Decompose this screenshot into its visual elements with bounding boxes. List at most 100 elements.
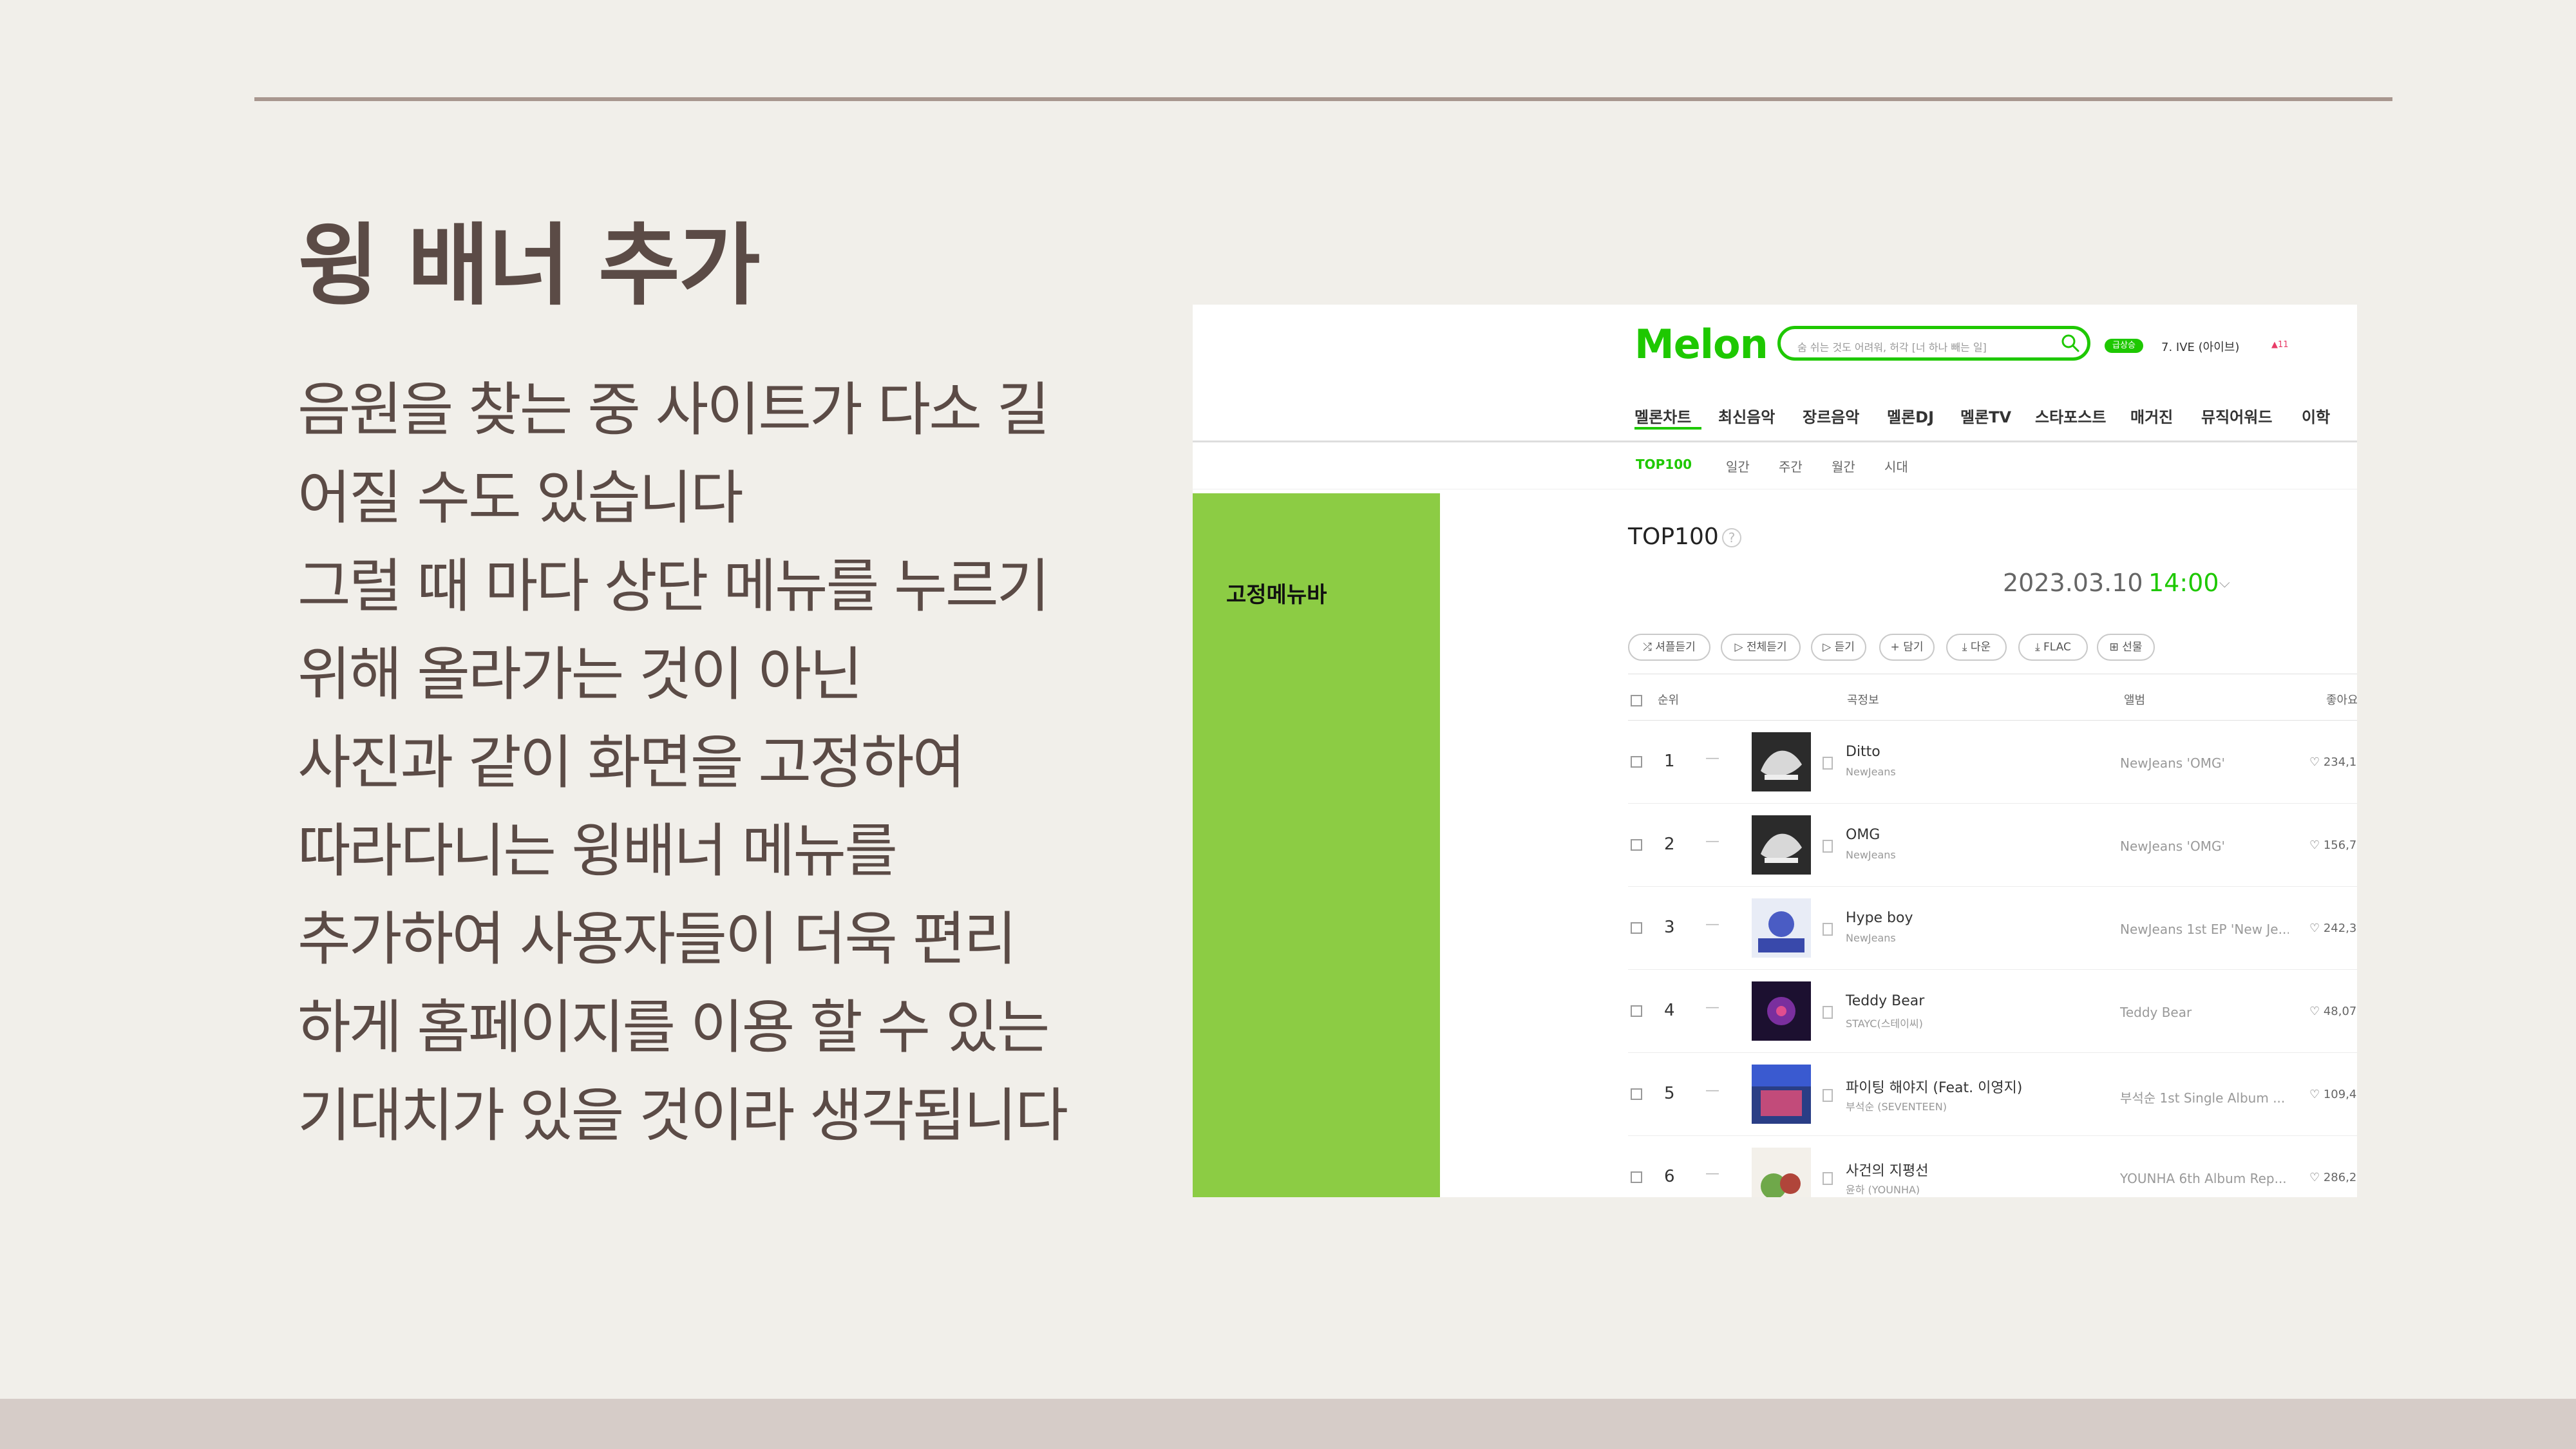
- song-info-icon[interactable]: [1823, 757, 1833, 770]
- lnb-top100[interactable]: TOP100: [1636, 457, 1692, 472]
- search-icon[interactable]: [2060, 333, 2081, 354]
- body-line: 음원을 찾는 중 사이트가 다소 길: [298, 376, 1050, 444]
- lnb-era[interactable]: 시대: [1884, 457, 1908, 475]
- download-button[interactable]: ⤓ 다운: [1946, 634, 2007, 661]
- help-icon[interactable]: ?: [1722, 528, 1741, 547]
- body-line: 기대치가 있을 것이라 생각됩니다: [298, 1082, 1068, 1150]
- row-checkbox[interactable]: [1631, 756, 1642, 768]
- rising-badge: 급상승: [2105, 339, 2143, 353]
- like-count[interactable]: ♡ 109,4: [2309, 1088, 2356, 1101]
- artist-name[interactable]: 부석순 (SEVENTEEN): [1846, 1098, 1947, 1113]
- like-count[interactable]: ♡ 286,2: [2309, 1171, 2356, 1184]
- melon-screenshot: Melon 숨 쉬는 것도 어려워, 허각 [너 하나 빼는 일] 급상승 7.…: [1193, 305, 2357, 1197]
- gnb-star-post[interactable]: 스타포스트: [2035, 404, 2106, 427]
- gnb-melon-chart[interactable]: 멜론차트: [1634, 404, 1691, 427]
- gnb-extra[interactable]: 이학: [2302, 404, 2330, 427]
- lnb-daily[interactable]: 일간: [1726, 457, 1750, 475]
- play-button[interactable]: ▷ 듣기: [1811, 634, 1866, 661]
- gift-button[interactable]: ⊞ 선물: [2097, 634, 2155, 661]
- chart-time[interactable]: 14:00: [2148, 569, 2219, 597]
- gnb-magazine[interactable]: 매거진: [2130, 404, 2173, 427]
- chevron-down-icon[interactable]: ⌵: [2219, 575, 2230, 591]
- song-info-icon[interactable]: [1823, 1089, 1833, 1102]
- like-count[interactable]: ♡ 48,07: [2309, 1005, 2356, 1018]
- table-row[interactable]: 3 — Hype boy NewJeans NewJeans 1st EP 'N…: [1628, 887, 2357, 970]
- table-row[interactable]: 4 — Teddy Bear STAYC(스테이씨) Teddy Bear ♡ …: [1628, 970, 2357, 1053]
- artist-name[interactable]: 윤하 (YOUNHA): [1846, 1181, 1920, 1197]
- gnb-melon-tv[interactable]: 멜론TV: [1960, 404, 2011, 427]
- select-all-checkbox[interactable]: [1631, 695, 1642, 706]
- album-cover[interactable]: [1752, 1148, 1811, 1197]
- album-name[interactable]: NewJeans 'OMG': [2120, 838, 2289, 854]
- song-title[interactable]: OMG: [1846, 827, 1880, 843]
- like-count[interactable]: ♡ 156,7: [2309, 838, 2356, 852]
- body-line: 사진과 같이 화면을 고정하여: [298, 729, 965, 797]
- album-name[interactable]: Teddy Bear: [2120, 1005, 2289, 1020]
- rank-change: ▲11: [2271, 340, 2289, 350]
- song-title[interactable]: 파이팅 해야지 (Feat. 이영지): [1846, 1076, 2022, 1097]
- play-icon: ▷: [1823, 641, 1835, 654]
- album-cover[interactable]: [1752, 815, 1811, 875]
- like-count[interactable]: ♡ 234,1: [2309, 755, 2356, 769]
- album-cover[interactable]: [1752, 981, 1811, 1041]
- row-checkbox[interactable]: [1631, 922, 1642, 934]
- wing-banner-label: 고정메뉴바: [1226, 582, 1327, 608]
- like-count[interactable]: ♡ 242,3: [2309, 922, 2356, 935]
- artist-name[interactable]: NewJeans: [1846, 766, 1896, 778]
- row-checkbox[interactable]: [1631, 1171, 1642, 1183]
- gnb-genre-music[interactable]: 장르음악: [1803, 404, 1859, 427]
- chart-title: TOP100: [1628, 524, 1719, 550]
- song-info-icon[interactable]: [1823, 840, 1833, 853]
- lnb-monthly[interactable]: 월간: [1832, 457, 1855, 475]
- rank-number: 3: [1664, 918, 1675, 937]
- table-row[interactable]: 1 — Ditto NewJeans NewJeans 'OMG' ♡ 234,…: [1628, 721, 2357, 804]
- table-row[interactable]: 5 — 파이팅 해야지 (Feat. 이영지) 부석순 (SEVENTEEN) …: [1628, 1053, 2357, 1136]
- body-line: 어질 수도 있습니다: [298, 464, 744, 532]
- play-all-button[interactable]: ▷ 전체듣기: [1721, 634, 1801, 661]
- album-cover[interactable]: [1752, 1065, 1811, 1124]
- search-input[interactable]: 숨 쉬는 것도 어려워, 허각 [너 하나 빼는 일]: [1777, 326, 2090, 361]
- rank-number: 5: [1664, 1084, 1675, 1103]
- body-line: 하게 홈페이지를 이용 할 수 있는: [298, 994, 1050, 1061]
- song-info-icon[interactable]: [1823, 1172, 1833, 1185]
- artist-name[interactable]: STAYC(스테이씨): [1846, 1015, 1923, 1030]
- album-cover[interactable]: [1752, 732, 1811, 791]
- fixed-wing-banner[interactable]: 고정메뉴바: [1193, 493, 1440, 1197]
- rank-number: 4: [1664, 1001, 1675, 1020]
- col-like: 좋아요: [2326, 694, 2357, 707]
- album-name[interactable]: NewJeans 'OMG': [2120, 755, 2289, 771]
- album-cover[interactable]: [1752, 898, 1811, 958]
- rank-change-indicator: —: [1705, 1083, 1719, 1099]
- flac-label: FLAC: [2043, 641, 2071, 654]
- song-title[interactable]: Hype boy: [1846, 910, 1913, 926]
- table-row[interactable]: 6 — 사건의 지평선 윤하 (YOUNHA) YOUNHA 6th Album…: [1628, 1136, 2357, 1197]
- album-name[interactable]: YOUNHA 6th Album Rep...: [2120, 1171, 2289, 1186]
- gnb-latest-music[interactable]: 최신음악: [1718, 404, 1775, 427]
- realtime-rank-ticker[interactable]: 7. IVE (아이브): [2161, 338, 2239, 355]
- artist-name[interactable]: NewJeans: [1846, 849, 1896, 861]
- add-button[interactable]: + 담기: [1879, 634, 1935, 661]
- shuffle-play-button[interactable]: ⤮ 셔플듣기: [1628, 634, 1710, 661]
- row-checkbox[interactable]: [1631, 1005, 1642, 1017]
- song-title[interactable]: Ditto: [1846, 744, 1880, 760]
- song-title[interactable]: Teddy Bear: [1846, 993, 1924, 1009]
- row-checkbox[interactable]: [1631, 1088, 1642, 1100]
- body-line: 따라다니는 윙배너 메뉴를: [298, 817, 898, 885]
- gnb-music-award[interactable]: 뮤직어워드: [2201, 404, 2272, 427]
- download-label: 다운: [1970, 641, 1991, 654]
- song-title[interactable]: 사건의 지평선: [1846, 1159, 1928, 1180]
- album-name[interactable]: NewJeans 1st EP 'New Je...: [2120, 922, 2289, 937]
- download-icon: ⤓: [2035, 641, 2044, 654]
- song-info-icon[interactable]: [1823, 1006, 1833, 1019]
- gnb-melon-dj[interactable]: 멜론DJ: [1887, 404, 1934, 427]
- flac-button[interactable]: ⤓ FLAC: [2018, 634, 2088, 661]
- col-rank: 순위: [1658, 694, 1680, 707]
- melon-logo[interactable]: Melon: [1634, 321, 1768, 368]
- song-info-icon[interactable]: [1823, 923, 1833, 936]
- lnb-weekly[interactable]: 주간: [1779, 457, 1803, 475]
- album-name[interactable]: 부석순 1st Single Album ...: [2120, 1088, 2289, 1106]
- row-checkbox[interactable]: [1631, 839, 1642, 851]
- gift-icon: ⊞: [2109, 641, 2123, 654]
- table-row[interactable]: 2 — OMG NewJeans NewJeans 'OMG' ♡ 156,7: [1628, 804, 2357, 887]
- artist-name[interactable]: NewJeans: [1846, 932, 1896, 944]
